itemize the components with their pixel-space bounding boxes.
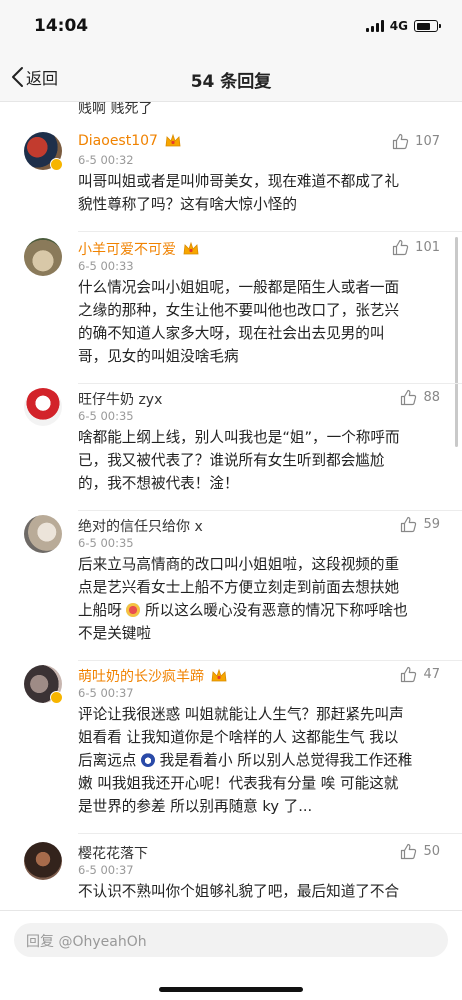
comment-item[interactable]: Diaoest107 6-5 00:32 叫哥叫姐或者是叫帅哥美女，现在难道不都成了… (0, 132, 462, 232)
comment-line: 啥都能上纲上线，别人叫我也是“姐”，一个称呼而 (78, 429, 400, 446)
comment-item[interactable]: 绝对的信任只给你 x 6-5 00:35 后来立马高情商的改口叫小姐姐啦，这段视频的… (0, 515, 462, 661)
crown-icon (165, 133, 181, 147)
username[interactable]: Diaoest107 (78, 133, 158, 149)
comment-item[interactable]: 萌吐奶的长沙疯羊蹄 6-5 00:37 评论让我很迷惑 叫姐就能让人生气？那赶紧先叫… (0, 665, 462, 834)
status-indicators: 4G (365, 19, 441, 33)
divider (78, 383, 462, 384)
comment-text: 不认识不熟叫你个姐够礼貌了吧，最后知道了不合 (78, 880, 438, 903)
avatar[interactable] (24, 842, 62, 880)
comment-line: 貌性尊称了吗？这有啥大惊小怪的 (78, 196, 297, 213)
comment-text: 什么情况会叫小姐姐呢，一般都是陌生人或者一面 之缘的那种，女生让他不要叫他也改口了… (78, 276, 438, 368)
divider (78, 660, 462, 661)
username[interactable]: 萌吐奶的长沙疯羊蹄 (78, 666, 204, 686)
comment-item[interactable]: 樱花花落下 6-5 00:37 不认识不熟叫你个姐够礼貌了吧，最后知道了不合 50 (0, 842, 462, 910)
battery-icon (414, 20, 441, 32)
like-count: 50 (423, 844, 440, 859)
comment-line: 哥，见女的叫姐没啥毛病 (78, 348, 239, 365)
avatar[interactable] (24, 515, 62, 553)
verified-badge-icon (50, 691, 63, 704)
comment-item[interactable]: 旺仔牛奶 zyx 6-5 00:35 啥都能上纲上线，别人叫我也是“姐”，一个称呼而… (0, 388, 462, 511)
battery-level (416, 22, 430, 30)
like-button[interactable]: 50 (400, 843, 440, 860)
like-button[interactable]: 88 (400, 389, 440, 406)
comment-time: 6-5 00:37 (78, 863, 134, 877)
like-button[interactable]: 47 (400, 666, 440, 683)
like-count: 107 (415, 134, 440, 149)
like-count: 59 (423, 517, 440, 532)
thumbs-up-icon (401, 516, 417, 533)
status-time: 14:04 (34, 16, 89, 36)
reply-input[interactable]: 回复 @OhyeahOh (14, 923, 448, 957)
comment-line: 的确不知道人家多大呀，现在社会出去见男的叫 (78, 325, 385, 342)
comment-line: 之缘的那种，女生让他不要叫他也改口了，张艺兴 (78, 302, 400, 319)
like-button[interactable]: 59 (400, 516, 440, 533)
comment-time: 6-5 00:37 (78, 686, 134, 700)
home-indicator (159, 987, 303, 992)
divider (78, 231, 462, 232)
comment-line: 不认识不熟叫你个姐够礼貌了吧，最后知道了不合 (78, 883, 400, 900)
nav-bar: 返回 54 条回复 (0, 56, 462, 102)
signal-icon (365, 20, 384, 32)
network-type: 4G (389, 19, 408, 33)
name-row: 小羊可爱不可爱 (78, 239, 200, 259)
username[interactable]: 樱花花落下 (78, 843, 148, 863)
thumbs-up-icon (401, 389, 417, 406)
comment-list[interactable]: 贱啊 贱死了 Diaoest107 6-5 00:32 叫哥叫姐或者是叫帅哥美女，现… (0, 102, 462, 910)
previous-comment-tail: 贱啊 贱死了 (78, 102, 153, 117)
comment-line: 嫩 叫我姐我还开心呢！代表我有分量 唉 可能这就 (78, 775, 399, 792)
emoji-icon (141, 753, 156, 767)
comment-line: 点是艺兴看女士上船不方便立刻走到前面去想扶她 (78, 579, 400, 596)
crown-icon (211, 668, 227, 682)
username[interactable]: 绝对的信任只给你 x (78, 516, 203, 536)
verified-badge-icon (50, 158, 63, 171)
name-row: 旺仔牛奶 zyx (78, 389, 162, 409)
comment-line: 评论让我很迷惑 叫姐就能让人生气？那赶紧先叫声 (78, 706, 404, 723)
emoji-icon (126, 603, 141, 617)
like-count: 88 (423, 390, 440, 405)
comment-line: 上船呀 所以这么暖心没有恶意的情况下称呼啥也 (78, 602, 408, 619)
comment-item[interactable]: 小羊可爱不可爱 6-5 00:33 什么情况会叫小姐姐呢，一般都是陌生人或者一面 之缘… (0, 238, 462, 384)
name-row: 樱花花落下 (78, 843, 148, 863)
comment-line: 不是关键啦 (78, 625, 151, 642)
comment-line: 什么情况会叫小姐姐呢，一般都是陌生人或者一面 (78, 279, 400, 296)
thumbs-up-icon (393, 133, 409, 150)
thumbs-up-icon (401, 666, 417, 683)
name-row: Diaoest107 (78, 133, 182, 149)
comment-time: 6-5 00:35 (78, 409, 134, 423)
username[interactable]: 旺仔牛奶 zyx (78, 389, 162, 409)
like-count: 47 (423, 667, 440, 682)
page-title: 54 条回复 (190, 72, 272, 92)
comment-text: 啥都能上纲上线，别人叫我也是“姐”，一个称呼而 已，我又被代表了？谁说所有女生听到… (78, 426, 438, 495)
divider (78, 510, 462, 511)
thumbs-up-icon (393, 239, 409, 256)
comment-line: 是世界的参差 所以别再随意 ky 了... (78, 798, 313, 815)
username[interactable]: 小羊可爱不可爱 (78, 239, 176, 259)
comment-line: 已，我又被代表了？谁说所有女生听到都会尴尬 (78, 452, 385, 469)
comment-time: 6-5 00:32 (78, 153, 134, 167)
comment-line: 后离远点 我是看着小 所以别人总觉得我工作还稚 (78, 752, 413, 769)
divider (78, 833, 462, 834)
comment-text: 评论让我很迷惑 叫姐就能让人生气？那赶紧先叫声 姐看看 让我知道你是个啥样的人 这… (78, 703, 438, 818)
comment-line: 后来立马高情商的改口叫小姐姐啦，这段视频的重 (78, 556, 400, 573)
like-button[interactable]: 101 (392, 239, 440, 256)
comment-time: 6-5 00:35 (78, 536, 134, 550)
like-count: 101 (415, 240, 440, 255)
name-row: 萌吐奶的长沙疯羊蹄 (78, 666, 228, 686)
thumbs-up-icon (401, 843, 417, 860)
name-row: 绝对的信任只给你 x (78, 516, 203, 536)
crown-icon (183, 241, 199, 255)
status-bar: 14:04 4G (0, 0, 462, 56)
avatar[interactable] (24, 238, 62, 276)
avatar[interactable] (24, 388, 62, 426)
comment-text: 后来立马高情商的改口叫小姐姐啦，这段视频的重 点是艺兴看女士上船不方便立刻走到前面… (78, 553, 438, 645)
comment-text: 叫哥叫姐或者是叫帅哥美女，现在难道不都成了礼 貌性尊称了吗？这有啥大惊小怪的 (78, 170, 438, 216)
like-button[interactable]: 107 (392, 133, 440, 150)
comment-line: 叫哥叫姐或者是叫帅哥美女，现在难道不都成了礼 (78, 173, 400, 190)
reply-bar: 回复 @OhyeahOh (0, 910, 462, 1000)
comment-line: 的，我不想被代表！淦！ (78, 475, 239, 492)
comment-time: 6-5 00:33 (78, 259, 134, 273)
comment-line: 姐看看 让我知道你是个啥样的人 这都能生气 我以 (78, 729, 399, 746)
